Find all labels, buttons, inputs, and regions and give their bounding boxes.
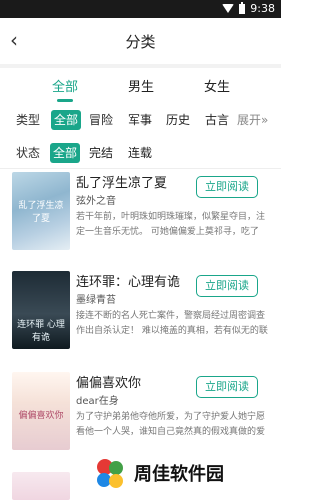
gender-tabs: 全部 男生 女生 xyxy=(0,68,281,106)
book-cover-title: 连环罪 心理有诡 xyxy=(17,320,65,343)
type-chip-all[interactable]: 全部 xyxy=(51,110,81,130)
status-icons: 9:38 xyxy=(222,1,275,15)
type-chip-ancient-romance[interactable]: 古言 xyxy=(205,110,229,130)
status-chip-all[interactable]: 全部 xyxy=(50,143,80,163)
book-list-item[interactable]: 偏偏喜欢你 偏偏喜欢你 dear在身 为了守护弟弟他夺他所爱，为了守护爱人她宁愿… xyxy=(0,372,281,464)
wifi-icon xyxy=(222,4,235,13)
status-time: 9:38 xyxy=(250,2,275,15)
chevron-down-icon: » xyxy=(261,113,269,127)
tab-female[interactable]: 女生 xyxy=(204,76,230,95)
book-cover[interactable]: 偏偏喜欢你 xyxy=(12,372,70,450)
page-title: 分类 xyxy=(125,33,156,51)
tab-active-indicator xyxy=(57,99,73,102)
type-filter-row: 类型 全部 冒险 军事 历史 古言 展开» xyxy=(0,106,281,134)
watermark: 周佳软件园 xyxy=(92,454,278,494)
tab-male[interactable]: 男生 xyxy=(128,76,154,95)
book-title[interactable]: 乱了浮生凉了夏 xyxy=(76,172,167,191)
book-title[interactable]: 连环罪：心理有诡 xyxy=(76,271,180,290)
book-cover-partial[interactable] xyxy=(12,472,70,500)
app-header: ‹ 分类 xyxy=(0,18,281,64)
tab-all[interactable]: 全部 xyxy=(52,76,78,95)
expand-filter-button[interactable]: 展开» xyxy=(237,110,268,130)
read-now-button[interactable]: 立即阅读 xyxy=(196,275,258,297)
book-cover-title: 乱了浮生凉了夏 xyxy=(18,201,64,224)
expand-filter-label: 展开 xyxy=(237,113,262,127)
book-cover[interactable]: 乱了浮生凉了夏 xyxy=(12,172,70,250)
type-chip-military[interactable]: 军事 xyxy=(128,110,152,130)
book-author: 墨绿青苔 xyxy=(76,295,116,306)
battery-icon xyxy=(239,1,246,14)
type-filter-label: 类型 xyxy=(16,113,41,127)
read-now-button[interactable]: 立即阅读 xyxy=(196,176,258,198)
book-title[interactable]: 偏偏喜欢你 xyxy=(76,372,141,391)
type-chip-adventure[interactable]: 冒险 xyxy=(89,110,113,130)
book-author: dear在身 xyxy=(76,396,119,407)
status-filter-row: 状态 全部 完结 连载 xyxy=(0,139,281,167)
book-description: 为了守护弟弟他夺他所爱，为了守护爱人她宁愿看他一个人哭，谁知自己竟然真的假戏真做… xyxy=(76,412,266,437)
filter-divider xyxy=(0,168,281,169)
read-now-button[interactable]: 立即阅读 xyxy=(196,376,258,398)
status-filter-label: 状态 xyxy=(16,146,41,160)
status-chip-completed[interactable]: 完结 xyxy=(89,143,113,163)
book-list-item[interactable]: 连环罪 心理有诡 连环罪：心理有诡 墨绿青苔 接连不断的名人死亡案件，警察局经过… xyxy=(0,271,281,363)
book-list-item[interactable]: 乱了浮生凉了夏 乱了浮生凉了夏 弦外之音 若干年前，叶明珠如明珠璀璨，似繁星夺目… xyxy=(0,172,281,264)
status-chip-ongoing[interactable]: 连载 xyxy=(128,143,152,163)
book-description: 若干年前，叶明珠如明珠璀璨，似繁星夺目，注定一生音乐无忧。 可她偏偏爱上莫祁寻，… xyxy=(76,212,266,237)
watermark-logo-icon xyxy=(97,459,123,488)
book-author: 弦外之音 xyxy=(76,196,116,207)
watermark-text: 周佳软件园 xyxy=(134,464,224,485)
book-cover-title: 偏偏喜欢你 xyxy=(18,411,64,421)
book-cover[interactable]: 连环罪 心理有诡 xyxy=(12,271,70,349)
status-bar: 9:38 xyxy=(0,0,281,18)
type-chip-history[interactable]: 历史 xyxy=(166,110,190,130)
book-description: 接连不断的名人死亡案件，警察局经过周密调查作出自杀认定！ 难以掩盖的真相，若有似… xyxy=(76,311,268,336)
